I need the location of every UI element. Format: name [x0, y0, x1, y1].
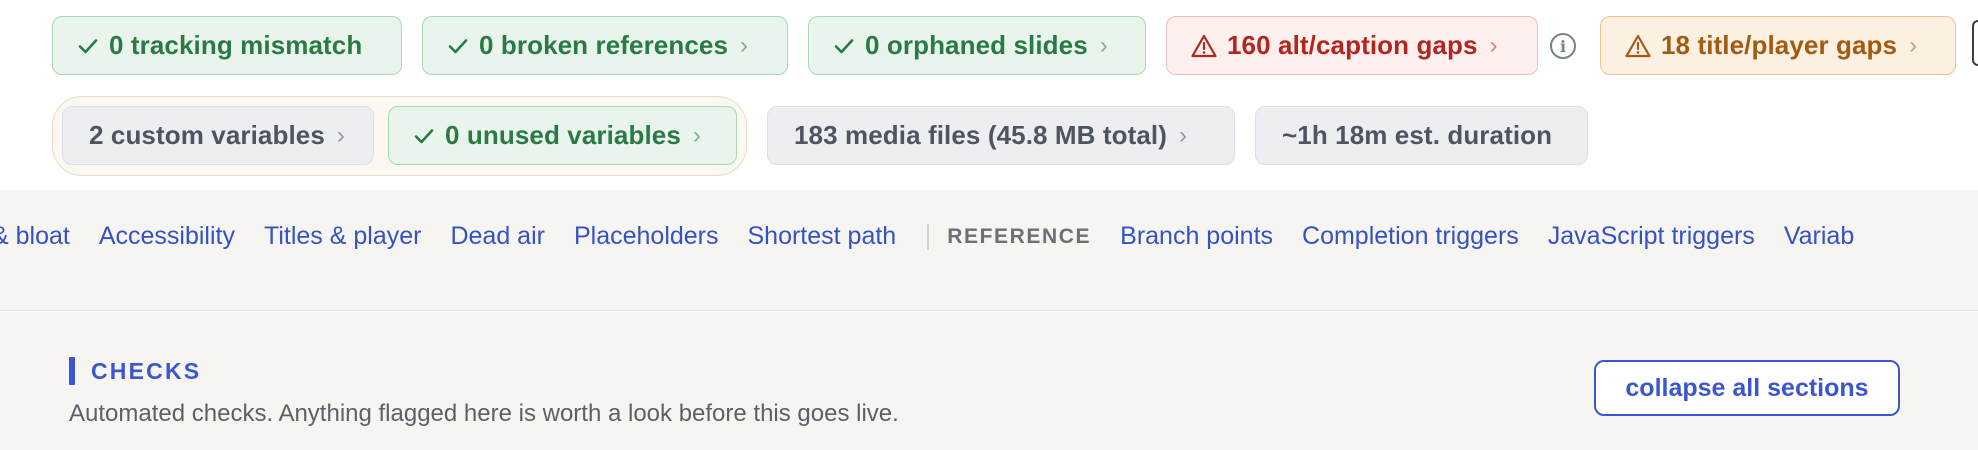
- orphaned-slides-pill[interactable]: 0 orphaned slides ›: [808, 16, 1146, 75]
- chevron-right-icon: ›: [336, 121, 346, 149]
- nav-link-bloat[interactable]: & bloat: [0, 222, 70, 251]
- checks-section: CHECKS Automated checks. Anything flagge…: [0, 312, 1978, 450]
- pill-label: 0 broken references: [479, 30, 729, 60]
- chevron-right-icon: ›: [1099, 31, 1108, 59]
- pill-label: 18 title/player gaps: [1661, 30, 1898, 60]
- pill-label: 0 orphaned slides: [865, 30, 1088, 60]
- section-nav: & bloat Accessibility Titles & player De…: [0, 190, 1978, 311]
- nav-link-javascript-triggers[interactable]: JavaScript triggers: [1548, 222, 1755, 251]
- nav-link-completion-triggers[interactable]: Completion triggers: [1302, 222, 1519, 251]
- unused-variables-pill[interactable]: 0 unused variables ›: [388, 106, 737, 165]
- broken-references-pill[interactable]: 0 broken references ›: [422, 16, 788, 75]
- duration-pill: ~1h 18m est. duration: [1255, 106, 1588, 165]
- nav-link-shortest-path[interactable]: Shortest path: [748, 222, 897, 251]
- nav-link-dead-air[interactable]: Dead air: [450, 222, 545, 251]
- title-player-gaps-pill[interactable]: 18 title/player gaps ›: [1600, 16, 1956, 75]
- check-icon: [77, 35, 99, 57]
- nav-link-placeholders[interactable]: Placeholders: [574, 222, 719, 251]
- pill-label: 160 alt/caption gaps: [1227, 30, 1478, 60]
- info-icon[interactable]: i: [1550, 33, 1576, 59]
- pill-label: ~1h 18m est. duration: [1282, 120, 1553, 150]
- summary-bar: 0 tracking mismatch 0 broken references …: [0, 0, 1978, 190]
- section-description: Automated checks. Anything flagged here …: [69, 400, 899, 427]
- check-icon: [833, 35, 855, 57]
- section-title: CHECKS: [91, 358, 202, 384]
- chevron-right-icon: ›: [1489, 31, 1498, 59]
- check-icon: [447, 35, 469, 57]
- pill-label: 2 custom variables: [89, 120, 325, 150]
- nav-link-variables[interactable]: Variab: [1784, 222, 1854, 251]
- alt-caption-gaps-pill[interactable]: 160 alt/caption gaps ›: [1166, 16, 1538, 75]
- pill-label: 0 unused variables: [445, 120, 681, 150]
- nav-link-branch-points[interactable]: Branch points: [1120, 222, 1273, 251]
- warning-icon: [1625, 34, 1651, 58]
- chevron-right-icon: ›: [1179, 121, 1188, 149]
- chevron-right-icon: ›: [692, 121, 701, 149]
- chevron-right-icon: ›: [1909, 31, 1918, 59]
- chevron-right-icon: ›: [740, 31, 749, 59]
- check-icon: [413, 125, 435, 147]
- nav-link-titles-player[interactable]: Titles & player: [264, 222, 421, 251]
- nav-divider: [927, 223, 930, 250]
- tracking-mismatch-pill[interactable]: 0 tracking mismatch: [52, 16, 402, 75]
- collapse-all-button[interactable]: collapse all sections: [1594, 360, 1900, 416]
- nav-reference-label: REFERENCE: [947, 224, 1092, 248]
- nav-link-accessibility[interactable]: Accessibility: [99, 222, 235, 251]
- pill-label: 183 media files (45.8 MB total): [794, 120, 1168, 150]
- warning-icon: [1191, 34, 1217, 58]
- media-files-pill[interactable]: 183 media files (45.8 MB total) ›: [767, 106, 1235, 165]
- clipped-pill-edge: [1972, 20, 1978, 66]
- pill-label: 0 tracking mismatch: [109, 30, 363, 60]
- custom-variables-pill[interactable]: 2 custom variables ›: [62, 106, 374, 165]
- section-accent-bar: [69, 357, 75, 385]
